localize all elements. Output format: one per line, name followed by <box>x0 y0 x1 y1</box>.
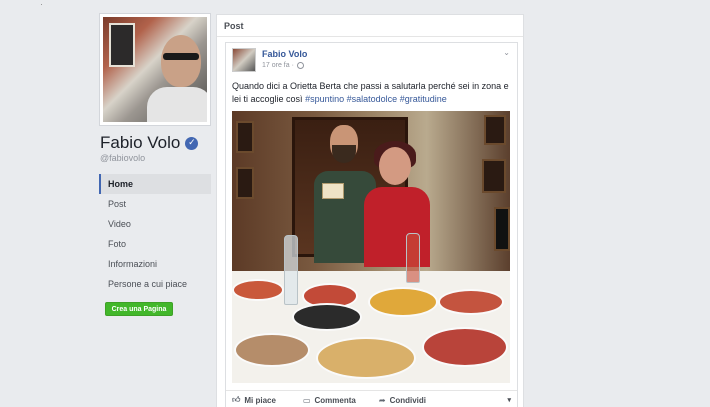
like-button[interactable]: 👍︎ Mi piace <box>232 395 276 405</box>
photo-glasses <box>163 53 199 60</box>
comment-icon: ▭ <box>302 395 311 405</box>
post-text-line1: Quando dici a Orietta Berta che passi a … <box>232 81 509 91</box>
photo-frame-right <box>484 115 506 145</box>
photo-shirt <box>147 87 207 122</box>
comment-button[interactable]: ▭ Commenta <box>303 396 356 405</box>
page-name[interactable]: Fabio Volo ✓ <box>100 133 199 153</box>
hashtag-spuntino[interactable]: #spuntino <box>305 94 344 104</box>
photo-plate-1 <box>232 279 284 301</box>
photo-gift <box>322 183 344 199</box>
nav-item-persone[interactable]: Persone a cui piace <box>99 274 211 294</box>
comment-label: Commenta <box>314 395 356 405</box>
nav-item-post[interactable]: Post <box>99 194 211 214</box>
like-label: Mi piace <box>244 395 276 405</box>
post-text-line2: lei ti accoglie così <box>232 94 303 104</box>
share-icon: ➦ <box>378 395 386 405</box>
photo-plate-7 <box>422 327 508 367</box>
left-column: Fabio Volo ✓ @fabiovolo Home Post Video … <box>0 0 214 407</box>
nav-item-foto[interactable]: Foto <box>99 234 211 254</box>
post-card: Fabio Volo 17 ore fa · ⌄ Quando dici a O… <box>225 42 518 407</box>
photo-woman-head <box>379 147 411 185</box>
nav-item-home[interactable]: Home <box>99 174 211 194</box>
photo-plate-8 <box>292 303 362 331</box>
photo-tv <box>494 207 510 251</box>
post-actions: 👍︎ Mi piace ▭ Commenta ➦ Condividi ▾ <box>226 390 517 407</box>
profile-photo <box>103 17 207 122</box>
profile-picture[interactable] <box>99 13 211 126</box>
post-text: Quando dici a Orietta Berta che passi a … <box>232 80 514 106</box>
hashtag-gratitudine[interactable]: #gratitudine <box>400 94 447 104</box>
page-nav: Home Post Video Foto Informazioni Person… <box>99 174 211 294</box>
post-options-chevron-icon[interactable]: ⌄ <box>503 48 510 57</box>
post-author[interactable]: Fabio Volo <box>262 49 307 59</box>
thumbs-up-icon: 👍︎ <box>232 395 241 404</box>
photo-head <box>161 35 201 87</box>
post-photo[interactable] <box>232 111 510 383</box>
photo-plate-3 <box>368 287 438 317</box>
photo-frame-left <box>236 121 254 153</box>
page-name-text: Fabio Volo <box>100 133 181 152</box>
section-title: Post <box>217 15 523 37</box>
photo-bottle-2 <box>406 233 420 283</box>
hashtag-salatodolce[interactable]: #salatodolce <box>347 94 398 104</box>
share-label: Condividi <box>389 395 427 405</box>
post-time[interactable]: 17 ore fa · <box>262 62 294 69</box>
share-button[interactable]: ➦ Condividi <box>379 396 426 405</box>
page-handle[interactable]: @fabiovolo <box>100 153 145 163</box>
photo-window <box>109 23 135 67</box>
create-page-button[interactable]: Crea una Pagina <box>105 302 173 316</box>
photo-bottle-1 <box>284 235 298 305</box>
photo-plate-6 <box>316 337 416 379</box>
post-avatar[interactable] <box>232 48 256 72</box>
photo-plate-5 <box>234 333 310 367</box>
main-timeline: Post Fabio Volo 17 ore fa · ⌄ Quando dic… <box>216 14 524 407</box>
verified-badge-icon: ✓ <box>185 136 199 150</box>
nav-item-video[interactable]: Video <box>99 214 211 234</box>
share-options-chevron-icon[interactable]: ▾ <box>507 396 511 404</box>
photo-frame-right-2 <box>482 159 506 193</box>
photo-plate-4 <box>438 289 504 315</box>
nav-item-informazioni[interactable]: Informazioni <box>99 254 211 274</box>
photo-woman-body <box>364 187 430 267</box>
post-meta: 17 ore fa · <box>262 62 304 69</box>
photo-frame-left-2 <box>236 167 254 199</box>
globe-icon <box>296 62 304 69</box>
